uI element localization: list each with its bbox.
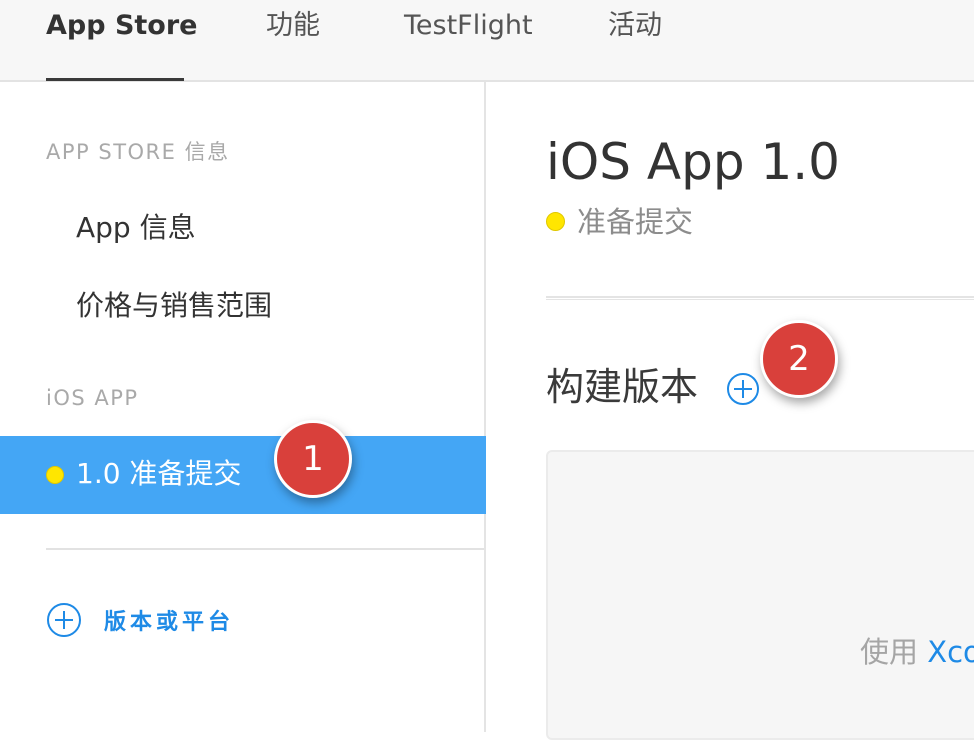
build-drop-area bbox=[546, 450, 974, 740]
tab-activity[interactable]: 活动 bbox=[608, 8, 662, 44]
tab-testflight[interactable]: TestFlight bbox=[404, 8, 533, 44]
sidebar-item-pricing[interactable]: 价格与销售范围 bbox=[76, 284, 272, 324]
status-text: 准备提交 bbox=[577, 205, 694, 239]
callout-badge-1: 1 bbox=[274, 420, 352, 498]
top-tab-bar: App Store 功能 TestFlight 活动 bbox=[0, 0, 974, 82]
plus-circle-icon bbox=[727, 373, 759, 405]
tab-features[interactable]: 功能 bbox=[266, 8, 320, 44]
build-hint-text: 使用 bbox=[860, 635, 928, 669]
status-dot-icon bbox=[546, 212, 565, 231]
add-version-or-platform-button[interactable]: 版本或平台 bbox=[46, 602, 230, 638]
add-build-button[interactable] bbox=[726, 372, 760, 406]
sidebar-divider bbox=[46, 548, 484, 550]
sidebar: APP STORE 信息 App 信息 价格与销售范围 iOS APP 1.0 … bbox=[0, 82, 486, 732]
active-tab-indicator bbox=[46, 78, 184, 81]
sidebar-section-app-store: APP STORE 信息 bbox=[46, 140, 230, 164]
plus-circle-icon bbox=[47, 603, 81, 637]
status-dot-icon bbox=[46, 466, 64, 484]
xcode-link[interactable]: Xco bbox=[927, 635, 974, 669]
builds-heading: 构建版本 bbox=[546, 365, 699, 409]
callout-badge-2: 2 bbox=[760, 320, 838, 398]
sidebar-item-version-1-0[interactable]: 1.0 准备提交 bbox=[0, 436, 486, 514]
sidebar-section-ios-app: iOS APP bbox=[46, 386, 139, 410]
sidebar-item-app-info[interactable]: App 信息 bbox=[76, 206, 196, 246]
sidebar-item-label: 1.0 准备提交 bbox=[76, 457, 242, 490]
main-divider bbox=[546, 296, 974, 300]
tab-app-store[interactable]: App Store bbox=[46, 8, 197, 44]
build-hint: 使用 Xco bbox=[860, 632, 974, 672]
add-version-label: 版本或平台 bbox=[104, 610, 235, 635]
page-title: iOS App 1.0 bbox=[546, 133, 840, 191]
